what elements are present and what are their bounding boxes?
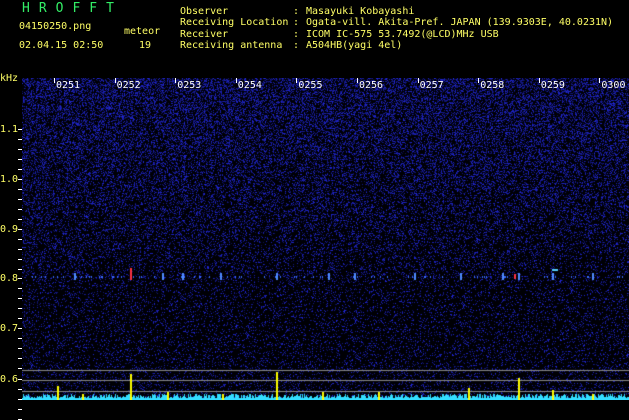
time-tick-mark — [538, 78, 540, 83]
freq-tick-mark — [18, 139, 22, 140]
axis-unit: kHz — [0, 73, 19, 84]
freq-tick-mark — [18, 199, 22, 200]
meteor-label: meteor — [124, 26, 161, 37]
freq-tick-mark — [18, 318, 22, 319]
freq-tick-mark — [18, 189, 22, 190]
freq-tick-mark — [18, 358, 22, 359]
freq-tick-mark — [18, 169, 22, 170]
freq-tick-mark — [18, 328, 22, 329]
time-tick-label: 0253 — [177, 80, 202, 91]
freq-tick-mark — [18, 368, 22, 369]
freq-tick-mark — [18, 348, 22, 349]
antenna-label: Receiving antenna — [180, 40, 283, 51]
meteor-count: 19 — [139, 40, 152, 51]
location-colon: : — [293, 17, 300, 28]
freq-tick-mark — [18, 379, 22, 380]
location-value: Ogata-vill. Akita-Pref. JAPAN (139.9303E… — [306, 17, 614, 28]
observer-value: Masayuki Kobayashi — [306, 6, 415, 17]
freq-tick-mark — [18, 149, 22, 150]
time-tick-label: 0258 — [480, 80, 505, 91]
freq-tick-mark — [18, 229, 22, 230]
time-tick-mark — [478, 78, 480, 83]
freq-tick-mark — [18, 409, 22, 410]
time-tick-mark — [54, 78, 55, 83]
time-tick-label: 0259 — [540, 80, 565, 91]
freq-tick-mark — [18, 338, 22, 339]
time-tick-label: 0251 — [56, 80, 81, 91]
observer-colon: : — [293, 6, 300, 17]
antenna-value: A504HB(yagi 4el) — [306, 40, 403, 51]
time-tick-mark — [235, 78, 237, 83]
freq-tick-label: 0.9 — [0, 224, 19, 235]
time-tick-mark — [357, 78, 358, 83]
freq-tick-mark — [18, 209, 22, 210]
time-tick-label: 0255 — [298, 80, 323, 91]
time-tick-mark — [599, 78, 601, 83]
freq-tick-mark — [18, 278, 22, 279]
time-tick-label: 0257 — [419, 80, 444, 91]
freq-tick-mark — [18, 179, 22, 180]
time-tick-mark — [296, 78, 298, 83]
freq-tick-mark — [18, 298, 22, 299]
freq-tick-mark — [18, 129, 22, 130]
freq-tick-label: 0.8 — [0, 273, 19, 284]
freq-tick-mark — [18, 389, 22, 390]
time-tick-mark — [417, 78, 419, 83]
freq-tick-mark — [18, 159, 22, 160]
freq-tick-mark — [18, 239, 22, 240]
freq-tick-label: 0.7 — [0, 323, 19, 334]
freq-tick-mark — [18, 288, 22, 289]
observer-label: Observer — [180, 6, 229, 17]
time-tick-mark — [175, 78, 177, 83]
freq-tick-mark — [18, 219, 22, 220]
freq-tick-label: 1.1 — [0, 124, 19, 135]
file-name: 04150250.png — [19, 21, 92, 32]
receiver-value: ICOM IC-575 53.7492(@LCD)MHz USB — [306, 29, 499, 40]
freq-tick-mark — [18, 308, 22, 309]
freq-tick-mark — [18, 259, 22, 260]
antenna-colon: : — [293, 40, 300, 51]
freq-tick-label: 1.0 — [0, 174, 19, 185]
time-tick-label: 0256 — [359, 80, 384, 91]
receiver-colon: : — [293, 29, 300, 40]
time-tick-mark — [114, 78, 116, 83]
freq-tick-mark — [18, 249, 22, 250]
spectrogram — [22, 78, 629, 400]
freq-tick-label: 0.6 — [0, 374, 19, 385]
time-tick-label: 0254 — [237, 80, 262, 91]
freq-tick-mark — [18, 269, 22, 270]
time-tick-label: 0300 — [601, 80, 626, 91]
receiver-label: Receiver — [180, 29, 229, 40]
capture-datetime: 02.04.15 02:50 — [19, 40, 104, 51]
location-label: Receiving Location — [180, 17, 289, 28]
program-logo: HROFFT — [22, 1, 123, 16]
time-tick-label: 0252 — [116, 80, 141, 91]
